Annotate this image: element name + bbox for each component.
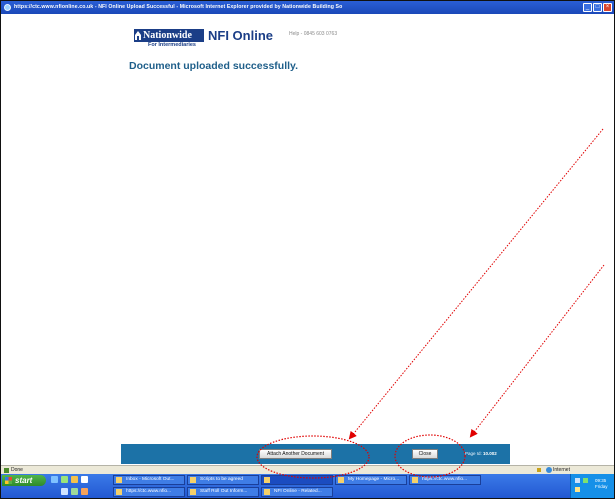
start-label: start — [15, 476, 33, 485]
ie-icon — [4, 4, 11, 11]
clock-day: Friday — [595, 484, 608, 489]
ie-icon — [264, 489, 270, 495]
quicklaunch-ie-icon[interactable] — [51, 476, 58, 483]
clock[interactable]: 09:35 Friday — [595, 478, 608, 490]
close-button[interactable]: Close — [412, 449, 438, 459]
windows-flag-icon — [5, 477, 12, 484]
logo-subtitle: For Intermediaries — [148, 42, 196, 48]
ie-icon — [412, 477, 418, 483]
taskbar-item[interactable]: NFI Online - Related... — [261, 487, 333, 497]
taskbar-item[interactable]: Staff Roll Out Inform... — [187, 487, 259, 497]
quicklaunch-media-icon[interactable] — [81, 476, 88, 483]
page-icon — [4, 468, 9, 473]
windows-taskbar: start Inbox - Microsoft Out... Scripts t… — [1, 474, 614, 498]
taskbar-item-label: My Homepage - Micro... — [348, 477, 400, 482]
security-zone: Internet — [543, 466, 570, 474]
word-icon — [190, 489, 196, 495]
outlook-icon — [116, 477, 122, 483]
nationwide-house-logo — [135, 31, 141, 40]
screenshot-frame: https://ctc.www.nfionline.co.uk - NFI On… — [0, 0, 615, 499]
taskbar-item-label: Scripts to be agreed — [200, 477, 243, 482]
window-title: https://ctc.www.nfionline.co.uk - NFI On… — [14, 4, 343, 10]
antivirus-icon[interactable] — [583, 478, 588, 483]
close-window-button[interactable]: × — [603, 3, 612, 12]
quicklaunch-word-icon[interactable] — [61, 488, 68, 495]
quicklaunch-desktop-icon[interactable] — [61, 476, 68, 483]
page-id-label: Page Id: — [465, 451, 482, 456]
taskbar-item[interactable]: Inbox - Microsoft Out... — [113, 475, 185, 485]
minimize-button[interactable]: _ — [583, 3, 592, 12]
zone-label: Internet — [553, 467, 570, 473]
quicklaunch-excel-icon[interactable] — [71, 488, 78, 495]
taskbar-item-label: https://ctc.www.nfio... — [126, 489, 172, 494]
ie-icon — [338, 477, 344, 483]
ie-icon — [116, 489, 122, 495]
taskbar-item-label: Staff Roll Out Inform... — [200, 489, 248, 494]
folder-icon — [190, 477, 196, 483]
logo-brand-box: Nationwide — [134, 29, 204, 42]
quicklaunch-outlook-icon[interactable] — [71, 476, 78, 483]
taskbar-item-label: https://ctc.www.nfio... — [422, 477, 468, 482]
taskbar-item[interactable]: Scripts to be agreed — [187, 475, 259, 485]
status-text: Done — [11, 467, 23, 473]
volume-icon[interactable] — [575, 487, 580, 492]
window-controls: _ □ × — [583, 3, 612, 12]
ie-title-bar[interactable]: https://ctc.www.nfionline.co.uk - NFI On… — [1, 1, 614, 14]
maximize-button[interactable]: □ — [593, 3, 602, 12]
page-id-value: 10.002 — [483, 451, 497, 456]
taskbar-item-label: Inbox - Microsoft Out... — [126, 477, 175, 482]
help-line: Help - 0845 603 0763 — [289, 31, 338, 37]
system-tray: 09:35 Friday — [570, 474, 614, 498]
taskbar-item[interactable]: https://ctc.www.nfio... — [113, 487, 185, 497]
ie-status-bar: Done Internet — [1, 465, 614, 474]
taskbar-item[interactable] — [261, 475, 333, 485]
taskbar-item-label: NFI Online - Related... — [274, 489, 322, 494]
taskbar-item[interactable]: https://ctc.www.nfio... — [409, 475, 481, 485]
network-icon[interactable] — [575, 478, 580, 483]
logo-brand-text: Nationwide — [143, 30, 192, 41]
quicklaunch-powerpoint-icon[interactable] — [81, 488, 88, 495]
product-name: NFI Online — [208, 28, 273, 43]
action-bar: Attach Another Document Close Page Id: 1… — [121, 444, 510, 464]
clock-time: 09:35 — [595, 478, 607, 483]
start-button[interactable]: start — [2, 475, 46, 486]
lock-icon — [537, 468, 541, 472]
taskbar-item[interactable]: My Homepage - Micro... — [335, 475, 407, 485]
success-message: Document uploaded successfully. — [129, 60, 299, 72]
page-content: Nationwide For Intermediaries NFI Online… — [1, 14, 614, 465]
page-id: Page Id: 10.002 — [465, 451, 497, 456]
ie-icon — [264, 477, 270, 483]
attach-another-document-button[interactable]: Attach Another Document — [259, 449, 332, 459]
